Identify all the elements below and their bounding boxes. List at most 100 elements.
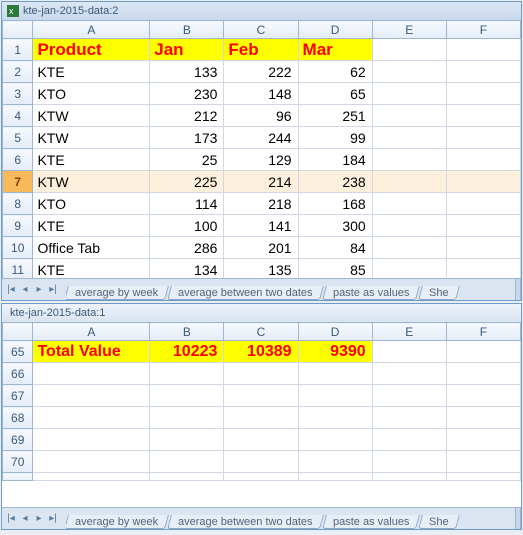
cell[interactable] bbox=[224, 363, 298, 385]
table-row[interactable]: 69 bbox=[3, 429, 521, 451]
cell[interactable] bbox=[150, 385, 224, 407]
cell[interactable] bbox=[446, 451, 520, 473]
cell[interactable] bbox=[446, 363, 520, 385]
tab-nav-first-icon[interactable]: |◂ bbox=[4, 512, 18, 526]
table-row[interactable]: 68 bbox=[3, 407, 521, 429]
cell[interactable]: 114 bbox=[150, 193, 224, 215]
grid-bottom[interactable]: A B C D E F 65 Total Value 10223 10389 9… bbox=[2, 322, 521, 507]
titlebar-bottom[interactable]: kte-jan-2015-data:1 bbox=[2, 304, 521, 322]
cell[interactable] bbox=[372, 149, 446, 171]
cell[interactable] bbox=[33, 363, 150, 385]
cell[interactable] bbox=[33, 451, 150, 473]
cell[interactable]: 65 bbox=[298, 83, 372, 105]
cell[interactable] bbox=[446, 341, 520, 363]
cell[interactable]: 85 bbox=[298, 259, 372, 279]
cell[interactable] bbox=[224, 451, 298, 473]
cell[interactable]: 25 bbox=[150, 149, 224, 171]
sheet-tab[interactable]: average between two dates bbox=[167, 286, 323, 300]
cell[interactable]: 251 bbox=[298, 105, 372, 127]
cell[interactable] bbox=[33, 473, 150, 481]
cell[interactable] bbox=[372, 451, 446, 473]
col-header-B[interactable]: B bbox=[150, 323, 224, 341]
header-feb[interactable]: Feb bbox=[224, 39, 298, 61]
cell[interactable]: KTW bbox=[33, 171, 150, 193]
header-jan[interactable]: Jan bbox=[150, 39, 224, 61]
sheet-tab[interactable]: She bbox=[418, 515, 459, 529]
cell[interactable]: 129 bbox=[224, 149, 298, 171]
cell[interactable] bbox=[150, 473, 224, 481]
row-header[interactable]: 10 bbox=[3, 237, 33, 259]
cell[interactable]: 212 bbox=[150, 105, 224, 127]
tab-nav-next-icon[interactable]: ▸ bbox=[32, 512, 46, 526]
cell[interactable] bbox=[372, 341, 446, 363]
col-header-C[interactable]: C bbox=[224, 21, 298, 39]
cell[interactable]: 238 bbox=[298, 171, 372, 193]
col-header-F[interactable]: F bbox=[446, 21, 520, 39]
col-header-A[interactable]: A bbox=[33, 323, 150, 341]
select-all-corner[interactable] bbox=[3, 21, 33, 39]
table-row[interactable] bbox=[3, 473, 521, 481]
cell[interactable]: 184 bbox=[298, 149, 372, 171]
cell[interactable] bbox=[446, 149, 520, 171]
col-header-E[interactable]: E bbox=[372, 323, 446, 341]
cell[interactable] bbox=[150, 451, 224, 473]
cell[interactable] bbox=[298, 451, 372, 473]
cell[interactable]: 218 bbox=[224, 193, 298, 215]
cell[interactable] bbox=[33, 429, 150, 451]
row-header[interactable] bbox=[3, 473, 33, 481]
table-row[interactable]: 3KTO23014865 bbox=[3, 83, 521, 105]
cell[interactable]: 300 bbox=[298, 215, 372, 237]
cell[interactable] bbox=[372, 171, 446, 193]
col-header-D[interactable]: D bbox=[298, 21, 372, 39]
cell[interactable] bbox=[372, 61, 446, 83]
total-feb[interactable]: 10389 bbox=[224, 341, 298, 363]
cell[interactable] bbox=[224, 473, 298, 481]
cell[interactable] bbox=[372, 473, 446, 481]
cell[interactable] bbox=[446, 105, 520, 127]
sheet-tab[interactable]: paste as values bbox=[322, 515, 420, 529]
spreadsheet-top[interactable]: A B C D E F 1 Product Jan Feb Mar 2KTE13… bbox=[2, 20, 521, 278]
row-header[interactable]: 11 bbox=[3, 259, 33, 279]
row-header[interactable]: 66 bbox=[3, 363, 33, 385]
cell[interactable]: 214 bbox=[224, 171, 298, 193]
select-all-corner[interactable] bbox=[3, 323, 33, 341]
cell[interactable] bbox=[446, 83, 520, 105]
table-row[interactable]: 1 Product Jan Feb Mar bbox=[3, 39, 521, 61]
cell[interactable]: 100 bbox=[150, 215, 224, 237]
cell[interactable]: 173 bbox=[150, 127, 224, 149]
cell[interactable]: 135 bbox=[224, 259, 298, 279]
row-header[interactable]: 70 bbox=[3, 451, 33, 473]
cell[interactable] bbox=[372, 407, 446, 429]
cell[interactable]: 222 bbox=[224, 61, 298, 83]
row-header[interactable]: 5 bbox=[3, 127, 33, 149]
row-header[interactable]: 3 bbox=[3, 83, 33, 105]
cell[interactable]: 201 bbox=[224, 237, 298, 259]
cell[interactable] bbox=[446, 473, 520, 481]
sheet-tab[interactable]: average by week bbox=[66, 515, 169, 529]
cell[interactable]: KTE bbox=[33, 149, 150, 171]
tab-split-handle[interactable] bbox=[515, 508, 521, 529]
cell[interactable]: 244 bbox=[224, 127, 298, 149]
cell[interactable] bbox=[446, 429, 520, 451]
cell[interactable] bbox=[150, 429, 224, 451]
total-label[interactable]: Total Value bbox=[33, 341, 150, 363]
table-row[interactable]: 10Office Tab28620184 bbox=[3, 237, 521, 259]
tab-nav-last-icon[interactable]: ▸| bbox=[46, 512, 60, 526]
table-row[interactable]: 2KTE13322262 bbox=[3, 61, 521, 83]
cell[interactable]: 141 bbox=[224, 215, 298, 237]
tab-nav-prev-icon[interactable]: ◂ bbox=[18, 512, 32, 526]
cell[interactable] bbox=[372, 429, 446, 451]
cell[interactable]: 286 bbox=[150, 237, 224, 259]
col-header-C[interactable]: C bbox=[224, 323, 298, 341]
tab-nav-next-icon[interactable]: ▸ bbox=[32, 283, 46, 297]
cell[interactable]: 134 bbox=[150, 259, 224, 279]
cell[interactable] bbox=[372, 259, 446, 279]
cell[interactable] bbox=[372, 193, 446, 215]
cell[interactable]: 148 bbox=[224, 83, 298, 105]
cell[interactable]: Office Tab bbox=[33, 237, 150, 259]
col-header-B[interactable]: B bbox=[150, 21, 224, 39]
table-row[interactable]: 5KTW17324499 bbox=[3, 127, 521, 149]
sheet-tab[interactable]: paste as values bbox=[322, 286, 420, 300]
tab-split-handle[interactable] bbox=[515, 279, 521, 300]
titlebar-top[interactable]: x kte-jan-2015-data:2 bbox=[2, 2, 521, 20]
